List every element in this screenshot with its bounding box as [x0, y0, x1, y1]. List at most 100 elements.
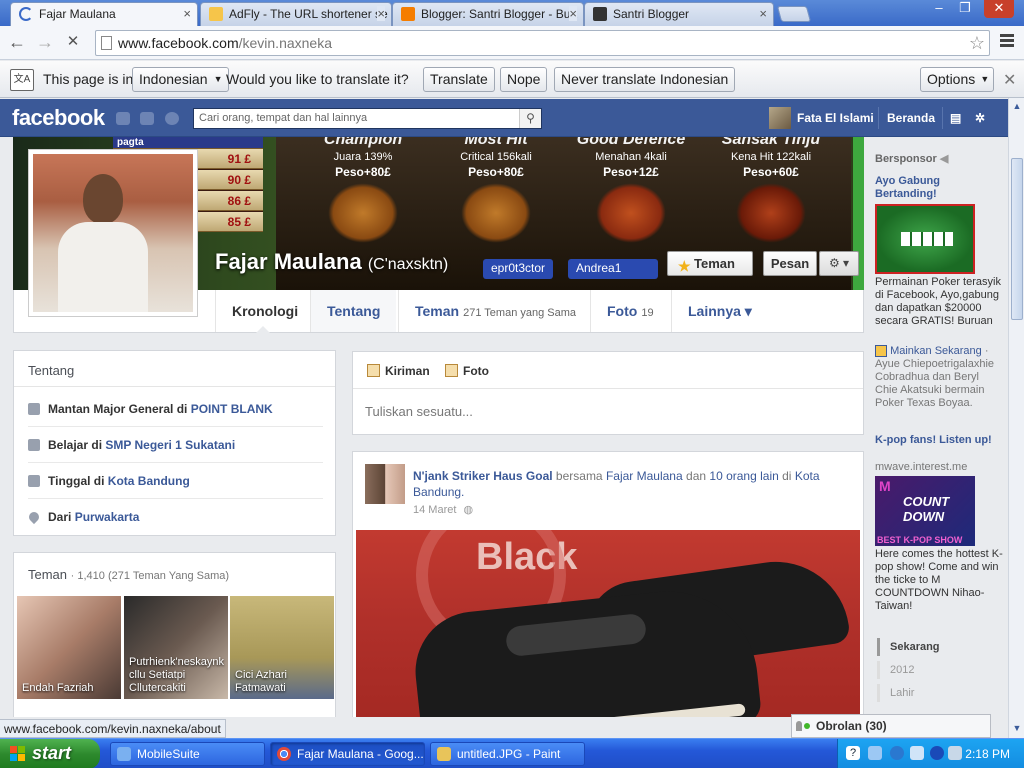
post-others[interactable]: 10 orang lain: [709, 469, 778, 483]
notifications-icon[interactable]: [165, 112, 179, 125]
about-work: Mantan Major General di POINT BLANK: [28, 391, 323, 427]
about-link[interactable]: POINT BLANK: [191, 402, 273, 416]
composer-tab-post[interactable]: Kiriman: [367, 364, 430, 378]
tab-santri-blogger[interactable]: Santri Blogger ×: [584, 2, 774, 26]
monitor-icon[interactable]: [910, 746, 924, 760]
scroll-down-icon[interactable]: ▼: [1011, 722, 1023, 734]
post-tagged[interactable]: Fajar Maulana: [606, 469, 683, 483]
tab-adfly[interactable]: AdFly - The URL shortener se ×: [200, 2, 392, 26]
options-label: Options: [927, 71, 976, 87]
scroll-up-icon[interactable]: ▲: [1011, 100, 1023, 112]
translate-close-icon[interactable]: ✕: [1003, 70, 1016, 90]
menu-icon[interactable]: [1000, 34, 1014, 48]
messages-icon[interactable]: [140, 112, 154, 125]
profile-settings-button[interactable]: ⚙ ▾: [819, 251, 859, 276]
options-button[interactable]: Options ▼: [920, 67, 995, 92]
user-name-link[interactable]: Fata El Islami: [797, 111, 874, 125]
about-title[interactable]: Tentang: [14, 351, 335, 387]
address-bar[interactable]: www.facebook.com/kevin.naxneka ☆: [95, 30, 990, 56]
friend-tile[interactable]: Endah Fazriah: [17, 596, 121, 699]
tab-close-icon[interactable]: ×: [377, 6, 385, 21]
ad1-title[interactable]: Ayo Gabung Bertanding!: [875, 175, 1000, 201]
friends-button[interactable]: ★ Teman: [667, 251, 753, 276]
bluetooth-icon[interactable]: [930, 746, 944, 760]
post-photo[interactable]: Black: [356, 530, 860, 717]
facebook-logo[interactable]: facebook: [12, 105, 105, 131]
language-select[interactable]: Indonesian ▼: [132, 67, 229, 92]
start-button[interactable]: start: [0, 739, 100, 768]
message-button[interactable]: Pesan: [763, 251, 817, 276]
about-link[interactable]: Kota Bandung: [108, 474, 190, 488]
friends-title[interactable]: Teman: [28, 567, 67, 582]
award-subtitle: Critical 156kali: [460, 151, 532, 163]
home-link[interactable]: Beranda: [887, 111, 935, 125]
tab-close-icon[interactable]: ×: [569, 6, 577, 21]
ad2-image[interactable]: M COUNT DOWN BEST K-POP SHOW: [875, 476, 975, 546]
page-scrollbar[interactable]: ▲ ▼: [1008, 98, 1024, 738]
task-chrome[interactable]: Fajar Maulana - Goog...: [270, 742, 425, 766]
ad2-text: Here comes the hottest K-pop show! Come …: [875, 548, 1003, 612]
post-author-avatar[interactable]: [365, 464, 405, 504]
award-title: Sansak Tinju: [721, 137, 821, 148]
tab-kronologi[interactable]: Kronologi: [215, 290, 314, 333]
search-icon[interactable]: ⚲: [519, 109, 541, 128]
about-link[interactable]: SMP Negeri 1 Sukatani: [105, 438, 235, 452]
about-link[interactable]: Purwakarta: [75, 510, 140, 524]
composer-input[interactable]: Tuliskan sesuatu...: [353, 388, 863, 435]
search-input[interactable]: Cari orang, tempat dan hal lainnya ⚲: [193, 108, 542, 129]
award-subtitle: Kena Hit 122kali: [730, 151, 812, 163]
translate-button[interactable]: Translate: [423, 67, 495, 92]
tab-tentang[interactable]: Tentang: [310, 290, 397, 332]
user-avatar[interactable]: [769, 107, 791, 129]
stop-button[interactable]: ✕: [62, 32, 84, 54]
settings-gear-icon[interactable]: ✲: [975, 111, 985, 125]
url-path: /kevin.naxneka: [238, 35, 333, 51]
privacy-shortcuts-icon[interactable]: ▤: [950, 111, 961, 125]
audience-globe-icon: ◍: [463, 504, 474, 516]
friend-tile[interactable]: Cici Azhari Fatmawati: [230, 596, 334, 699]
tab-lainnya[interactable]: Lainnya ▾: [671, 290, 768, 332]
nope-button[interactable]: Nope: [500, 67, 548, 92]
chevron-icon[interactable]: [890, 746, 904, 760]
forward-button[interactable]: →: [34, 32, 56, 54]
tab-label: Kronologi: [232, 303, 299, 319]
tab-foto[interactable]: Foto 19: [590, 290, 670, 332]
tab-close-icon[interactable]: ×: [183, 6, 191, 21]
bookmark-star-icon[interactable]: ☆: [969, 31, 985, 55]
task-mobilesuite[interactable]: MobileSuite: [110, 742, 265, 766]
network-icon[interactable]: [868, 746, 882, 760]
ad1-image[interactable]: [875, 204, 975, 274]
year-birth[interactable]: Lahir: [877, 684, 977, 702]
task-paint[interactable]: untitled.JPG - Paint: [430, 742, 585, 766]
post-composer: Kiriman Foto Tuliskan sesuatu...: [352, 351, 864, 435]
restore-button[interactable]: ❐: [952, 0, 978, 18]
composer-tab-photo[interactable]: Foto: [445, 364, 489, 378]
minimize-button[interactable]: –: [926, 0, 952, 18]
tab-label: Foto: [607, 303, 638, 319]
post-date[interactable]: 14 Maret ◍: [413, 503, 473, 516]
profile-picture[interactable]: [28, 149, 198, 317]
ad1-action[interactable]: Mainkan Sekarang: [890, 345, 982, 357]
never-translate-button[interactable]: Never translate Indonesian: [554, 67, 736, 92]
year-now[interactable]: Sekarang: [877, 638, 977, 656]
close-window-button[interactable]: ✕: [984, 0, 1014, 18]
tab-fajar-maulana[interactable]: Fajar Maulana ×: [10, 2, 198, 26]
chat-bar[interactable]: Obrolan (30): [791, 714, 991, 738]
tab-blogger[interactable]: Blogger: Santri Blogger - Bua ×: [392, 2, 584, 26]
scrollbar-thumb[interactable]: [1011, 158, 1023, 320]
tab-teman[interactable]: Teman 271 Teman yang Sama: [398, 290, 592, 332]
volume-icon[interactable]: [948, 746, 962, 760]
back-button[interactable]: ←: [6, 32, 28, 54]
profile-name[interactable]: Fajar Maulana (C'naxsktn): [215, 249, 448, 275]
friend-requests-icon[interactable]: [116, 112, 130, 125]
post-author[interactable]: N'jank Striker Haus Goal: [413, 469, 553, 483]
new-tab-button[interactable]: [776, 6, 812, 22]
friend-tile[interactable]: Putrhienk'neskaynk cllu Setiatpi Clluter…: [124, 596, 228, 699]
cover-tag: epr0t3ctor: [483, 259, 554, 279]
work-icon: [28, 403, 40, 415]
help-icon[interactable]: ?: [846, 746, 860, 760]
leaderboard-value: 85 £: [227, 215, 251, 229]
year-2012[interactable]: 2012: [877, 661, 977, 679]
tab-close-icon[interactable]: ×: [759, 6, 767, 21]
ad2-title[interactable]: K-pop fans! Listen up!: [875, 434, 995, 447]
